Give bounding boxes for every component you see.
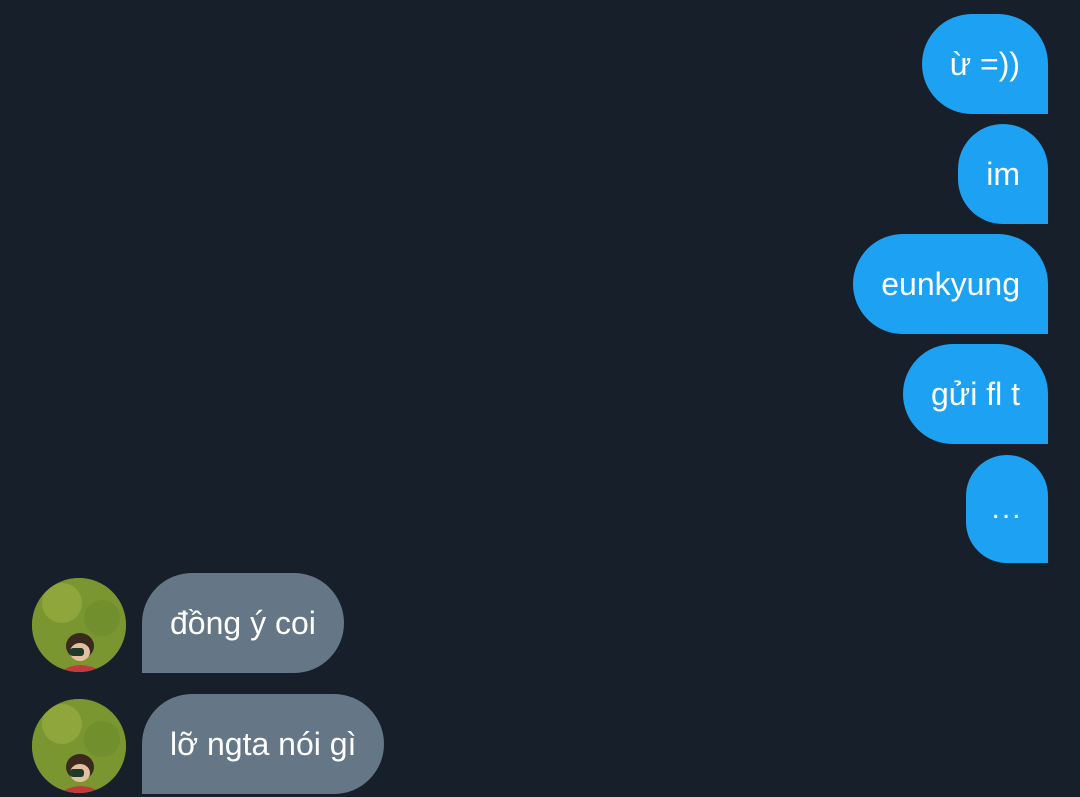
message-text: im [986,156,1020,192]
outgoing-message[interactable]: im [958,124,1048,224]
outgoing-message[interactable]: ... [966,455,1048,563]
chat-thread: ừ =)) im eunkyung gửi fl t ... đồng ý co… [0,0,1080,797]
avatar-photo-icon [32,578,126,672]
message-text: gửi fl t [931,376,1020,412]
message-text: đồng ý coi [170,605,316,641]
avatar-photo-icon [32,699,126,793]
incoming-message[interactable]: lỡ ngta nói gì [142,694,385,794]
outgoing-message[interactable]: eunkyung [853,234,1048,334]
incoming-message[interactable]: đồng ý coi [142,573,344,673]
message-text: eunkyung [881,266,1020,302]
avatar[interactable] [32,578,126,672]
avatar[interactable] [32,699,126,793]
message-text: lỡ ngta nói gì [170,726,357,762]
outgoing-message[interactable]: gửi fl t [903,344,1048,444]
message-text: ... [991,492,1023,525]
message-text: ừ =)) [949,46,1020,82]
outgoing-message[interactable]: ừ =)) [921,14,1048,114]
